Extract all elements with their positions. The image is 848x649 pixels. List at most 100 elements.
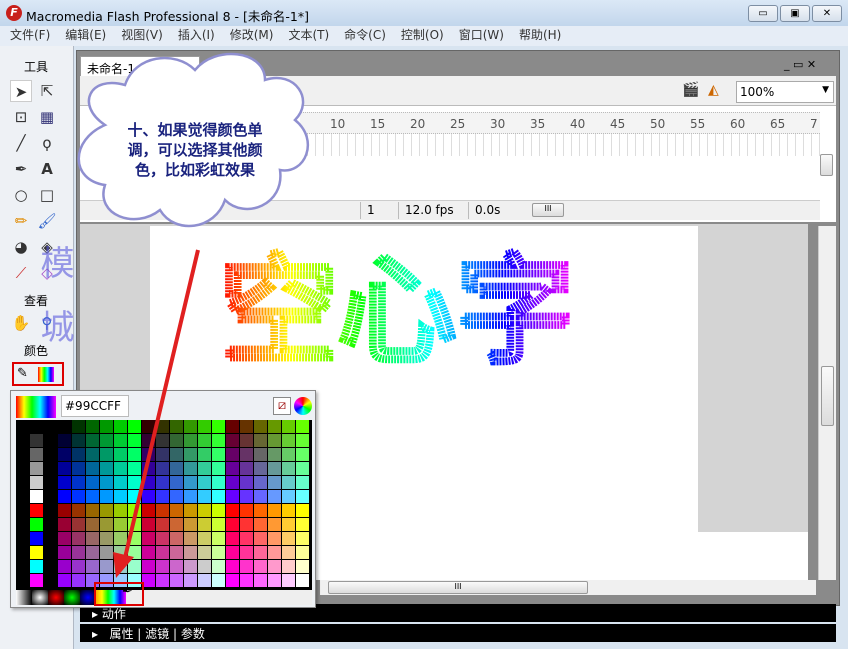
color-swatch[interactable] [226, 490, 240, 504]
color-swatch[interactable] [30, 574, 44, 588]
color-swatch[interactable] [58, 490, 72, 504]
line-tool-icon[interactable]: ╱ [10, 132, 32, 154]
timeline-vscroll[interactable] [820, 150, 834, 180]
color-swatch[interactable] [198, 420, 212, 434]
color-swatch[interactable] [86, 420, 100, 434]
color-swatch[interactable] [128, 448, 142, 462]
color-swatch[interactable] [240, 560, 254, 574]
color-swatch[interactable] [30, 462, 44, 476]
color-swatch[interactable] [226, 518, 240, 532]
timeline-hscroll-thumb[interactable]: III [532, 203, 564, 217]
color-swatch[interactable] [240, 490, 254, 504]
color-swatch[interactable] [170, 518, 184, 532]
brush-tool-icon[interactable]: 🖌 [36, 210, 58, 232]
color-swatch[interactable] [254, 462, 268, 476]
color-swatch[interactable] [16, 476, 30, 490]
color-swatch[interactable] [282, 518, 296, 532]
color-swatch[interactable] [58, 448, 72, 462]
color-swatch[interactable] [100, 420, 114, 434]
color-swatch[interactable] [170, 434, 184, 448]
color-swatch[interactable] [268, 532, 282, 546]
color-swatch[interactable] [212, 574, 226, 588]
timeline-frames[interactable] [300, 134, 820, 156]
color-swatch[interactable] [296, 574, 310, 588]
menu-item[interactable]: 修改(M) [230, 26, 274, 46]
color-swatch[interactable] [268, 546, 282, 560]
color-swatch[interactable] [296, 546, 310, 560]
color-swatch[interactable] [170, 546, 184, 560]
color-swatch[interactable] [226, 504, 240, 518]
color-swatch[interactable] [254, 420, 268, 434]
menu-item[interactable]: 命令(C) [344, 26, 386, 46]
color-swatch[interactable] [30, 560, 44, 574]
color-swatch[interactable] [30, 434, 44, 448]
color-swatch[interactable] [86, 490, 100, 504]
pen-tool-icon[interactable]: ✒ [10, 158, 32, 180]
properties-panel-bar[interactable]: ▸ 属性 | 滤镜 | 参数 [80, 624, 836, 642]
color-swatch[interactable] [212, 462, 226, 476]
color-swatch[interactable] [142, 504, 156, 518]
color-swatch[interactable] [30, 490, 44, 504]
color-swatch[interactable] [72, 560, 86, 574]
color-swatch[interactable] [184, 504, 198, 518]
color-swatch[interactable] [282, 462, 296, 476]
color-swatch[interactable] [128, 546, 142, 560]
color-swatch[interactable] [198, 434, 212, 448]
tab-params[interactable]: 参数 [181, 627, 205, 641]
color-swatch[interactable] [30, 546, 44, 560]
ink-bottle-tool-icon[interactable]: ◕ [10, 236, 32, 258]
color-swatch[interactable] [198, 532, 212, 546]
color-swatch[interactable] [86, 532, 100, 546]
color-swatch[interactable] [156, 504, 170, 518]
color-swatch[interactable] [156, 462, 170, 476]
color-swatch[interactable] [282, 560, 296, 574]
color-swatch[interactable] [156, 518, 170, 532]
color-swatch[interactable] [156, 574, 170, 588]
menu-item[interactable]: 文件(F) [10, 26, 50, 46]
color-swatch[interactable] [296, 434, 310, 448]
minimize-button[interactable]: ▭ [748, 5, 778, 22]
color-swatch[interactable] [282, 490, 296, 504]
color-swatch[interactable] [156, 490, 170, 504]
color-swatch[interactable] [72, 518, 86, 532]
color-swatch[interactable] [100, 490, 114, 504]
color-swatch[interactable] [72, 490, 86, 504]
color-swatch[interactable] [296, 448, 310, 462]
color-swatch[interactable] [128, 560, 142, 574]
color-swatch[interactable] [296, 518, 310, 532]
color-swatch[interactable] [254, 560, 268, 574]
color-swatch[interactable] [100, 504, 114, 518]
color-swatch[interactable] [240, 420, 254, 434]
color-swatch[interactable] [296, 532, 310, 546]
color-swatch[interactable] [16, 574, 30, 588]
color-swatch[interactable] [58, 420, 72, 434]
gradient-swatch[interactable] [32, 590, 48, 605]
document-window-controls[interactable]: _ ▭ ✕ [784, 58, 816, 71]
color-swatch[interactable] [72, 434, 86, 448]
color-swatch[interactable] [142, 490, 156, 504]
color-swatch[interactable] [16, 532, 30, 546]
color-swatch[interactable] [156, 420, 170, 434]
eyedropper-tool-icon[interactable]: ⟋ [10, 262, 32, 284]
color-swatch[interactable] [44, 490, 58, 504]
color-swatch[interactable] [170, 504, 184, 518]
color-swatch[interactable] [16, 504, 30, 518]
color-swatch[interactable] [282, 448, 296, 462]
color-swatch[interactable] [254, 504, 268, 518]
color-swatch[interactable] [86, 434, 100, 448]
hollow-text-graphic[interactable]: 空心字 [200, 230, 620, 380]
text-tool-icon[interactable]: A [36, 158, 58, 180]
color-swatch[interactable] [268, 476, 282, 490]
color-swatch[interactable] [44, 560, 58, 574]
color-swatch[interactable] [114, 420, 128, 434]
color-swatch[interactable] [30, 420, 44, 434]
color-swatch[interactable] [100, 462, 114, 476]
color-swatch[interactable] [254, 518, 268, 532]
color-swatch[interactable] [58, 434, 72, 448]
color-swatch[interactable] [156, 546, 170, 560]
color-swatch[interactable] [184, 490, 198, 504]
color-swatch[interactable] [170, 420, 184, 434]
color-swatch[interactable] [72, 476, 86, 490]
menu-item[interactable]: 视图(V) [121, 26, 163, 46]
color-swatch[interactable] [240, 448, 254, 462]
